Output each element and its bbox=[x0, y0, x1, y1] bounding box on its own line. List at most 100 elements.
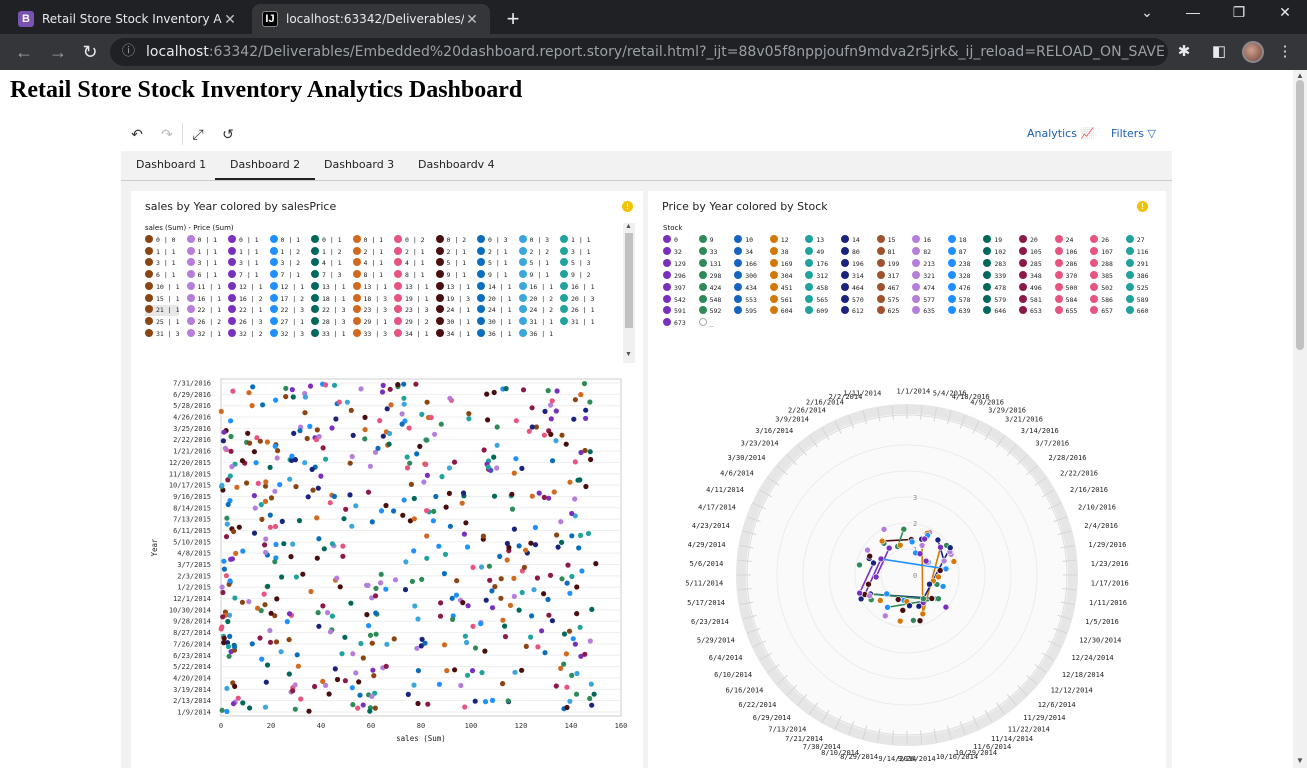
scatter-point[interactable] bbox=[366, 623, 372, 629]
legend-item[interactable]: 24 | 1 bbox=[477, 305, 511, 316]
scatter-point[interactable] bbox=[267, 464, 273, 470]
legend-item[interactable]: 548 bbox=[698, 294, 721, 306]
scatter-point[interactable] bbox=[314, 427, 320, 433]
scatter-point[interactable] bbox=[509, 491, 515, 497]
scatter-point[interactable] bbox=[451, 459, 458, 465]
scatter-point[interactable] bbox=[272, 443, 278, 449]
close-tab-icon[interactable]: ✕ bbox=[222, 11, 238, 28]
legend-item[interactable]: 29 | 1 bbox=[352, 316, 387, 328]
scatter-point[interactable] bbox=[279, 518, 285, 524]
scatter-point[interactable] bbox=[411, 548, 417, 554]
legend-item[interactable]: 1 | 1 bbox=[186, 246, 217, 258]
scatter-point[interactable] bbox=[230, 701, 237, 707]
scatter-point[interactable] bbox=[422, 640, 428, 646]
scatter-point[interactable] bbox=[424, 508, 430, 514]
scatter-point[interactable] bbox=[472, 645, 479, 651]
scatter-point[interactable] bbox=[350, 432, 356, 438]
scatter-point[interactable] bbox=[230, 388, 236, 394]
series-point[interactable] bbox=[878, 537, 886, 545]
legend-item[interactable]: 24 | 2 bbox=[518, 305, 553, 316]
legend-item[interactable]: 32 | 2 bbox=[228, 328, 262, 340]
legend-item[interactable]: 474 bbox=[912, 282, 935, 294]
scatter-point[interactable] bbox=[373, 631, 379, 637]
series-point[interactable] bbox=[918, 542, 926, 549]
scatter-point[interactable] bbox=[581, 381, 588, 387]
scatter-point[interactable] bbox=[263, 479, 269, 485]
legend-item[interactable]: 575 bbox=[876, 294, 899, 306]
scatter-point[interactable] bbox=[553, 438, 559, 444]
scatter-point[interactable] bbox=[373, 585, 379, 591]
scatter-point[interactable] bbox=[419, 576, 425, 582]
scatter-point[interactable] bbox=[391, 636, 397, 642]
legend-item[interactable]: 16 | 1 bbox=[186, 293, 221, 305]
scatter-point[interactable] bbox=[415, 616, 421, 622]
legend-item[interactable]: 657 bbox=[1090, 306, 1113, 317]
tab-dashboard-3[interactable]: Dashboard 3 bbox=[309, 151, 409, 180]
series-point[interactable] bbox=[940, 557, 948, 565]
legend-item[interactable]: 0 | 1 bbox=[269, 235, 300, 246]
scatter-point[interactable] bbox=[223, 573, 229, 579]
scatter-point[interactable] bbox=[340, 553, 346, 559]
scatter-point[interactable] bbox=[263, 549, 269, 555]
legend-item[interactable]: 0 | 1 bbox=[352, 235, 383, 246]
legend-item[interactable]: 12 | 1 bbox=[269, 281, 304, 293]
scatter-point[interactable] bbox=[565, 562, 571, 568]
scatter-point[interactable] bbox=[262, 542, 268, 548]
scatter-point[interactable] bbox=[274, 455, 280, 461]
scatter-point[interactable] bbox=[500, 617, 506, 623]
scatter-point[interactable] bbox=[403, 559, 409, 565]
scatter-point[interactable] bbox=[383, 663, 389, 669]
legend-item[interactable]: 8 | 1 bbox=[394, 270, 425, 281]
scatter-point[interactable] bbox=[572, 397, 578, 403]
legend-item[interactable]: 166 bbox=[734, 258, 757, 270]
scatter-point[interactable] bbox=[286, 637, 292, 643]
legend-item[interactable]: 386 bbox=[1125, 270, 1149, 282]
scatter-point[interactable] bbox=[267, 524, 273, 530]
series-point[interactable] bbox=[939, 583, 947, 590]
scatter-point[interactable] bbox=[373, 610, 379, 616]
scatter-point[interactable] bbox=[494, 465, 500, 471]
extensions-icon[interactable]: ✱ bbox=[1173, 42, 1195, 60]
warning-icon[interactable]: ! bbox=[622, 201, 633, 212]
scatter-point[interactable] bbox=[273, 639, 280, 645]
scatter-point[interactable] bbox=[235, 695, 241, 701]
close-window-icon[interactable]: ✕ bbox=[1270, 4, 1300, 21]
scatter-point[interactable] bbox=[558, 519, 564, 525]
scatter-point[interactable] bbox=[219, 584, 225, 590]
scatter-point[interactable] bbox=[417, 443, 423, 449]
browser-tab-2[interactable]: IJ localhost:63342/Deliverables/Emb ✕ bbox=[252, 4, 490, 34]
scatter-point[interactable] bbox=[326, 691, 332, 697]
scatter-point[interactable] bbox=[369, 519, 375, 525]
legend-item[interactable]: 609 bbox=[805, 306, 828, 317]
scatter-point[interactable] bbox=[520, 387, 527, 393]
scatter-point[interactable] bbox=[529, 493, 535, 499]
minimize-icon[interactable]: — bbox=[1178, 4, 1208, 20]
legend-item[interactable]: 639 bbox=[947, 306, 971, 317]
legend-item[interactable]: 476 bbox=[947, 282, 971, 294]
scatter-point[interactable] bbox=[386, 441, 392, 447]
scatter-point[interactable] bbox=[399, 411, 405, 417]
scatter-point[interactable] bbox=[348, 407, 354, 413]
series-point[interactable] bbox=[900, 525, 908, 533]
legend-item[interactable]: 464 bbox=[841, 282, 864, 294]
series-point[interactable] bbox=[882, 612, 889, 620]
legend-item[interactable]: 81 bbox=[876, 246, 895, 258]
legend-item[interactable]: 4 | 1 bbox=[394, 258, 425, 269]
scatter-point[interactable] bbox=[532, 542, 539, 548]
scatter-point[interactable] bbox=[284, 619, 290, 625]
scatter-point[interactable] bbox=[469, 668, 476, 674]
series-point[interactable] bbox=[877, 597, 884, 604]
scatter-point[interactable] bbox=[373, 593, 379, 599]
scatter-point[interactable] bbox=[249, 403, 255, 409]
scatter-point[interactable] bbox=[587, 449, 593, 455]
series-point[interactable] bbox=[872, 573, 880, 581]
legend-item[interactable]: 314 bbox=[841, 270, 864, 282]
legend-item[interactable]: 298 bbox=[698, 270, 721, 282]
scatter-point[interactable] bbox=[365, 582, 371, 588]
legend-item[interactable]: 5 | 1 bbox=[435, 258, 466, 269]
scatter-point[interactable] bbox=[294, 652, 300, 658]
scatter-point[interactable] bbox=[267, 639, 274, 645]
scatter-point[interactable] bbox=[511, 470, 517, 476]
scatter-point[interactable] bbox=[358, 640, 364, 647]
scatter-point[interactable] bbox=[551, 489, 557, 495]
